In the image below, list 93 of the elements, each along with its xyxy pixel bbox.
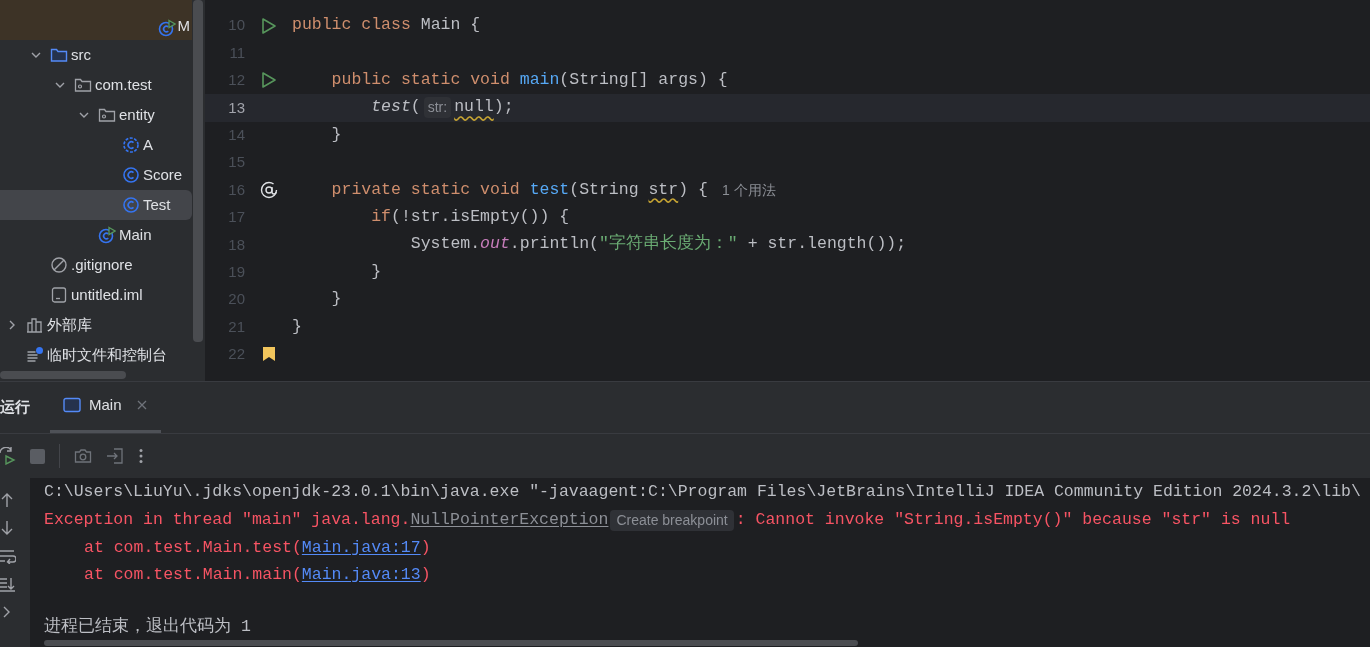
tree-item[interactable]: 外部库 [0,310,192,340]
package-icon [98,106,116,124]
console-icon [63,396,81,413]
console-text: ) [420,536,431,559]
code-token: test [371,96,411,119]
console-text: Exception in thread "main" java.lang. [44,509,411,531]
code-token: if [371,206,391,229]
class-icon [122,136,140,154]
tree-item[interactable]: entity [0,100,192,130]
panel-title: 运行 [0,396,31,417]
package-icon [74,76,92,94]
line-number: 13 [227,97,245,118]
library-icon [26,316,44,334]
scratch-icon [26,346,44,364]
tree-item-label: .gitignore [71,254,133,275]
rerun-icon[interactable] [0,447,16,465]
runnable-class-icon [98,226,116,244]
code-token: "字符串长度为：" [598,232,738,256]
tree-item[interactable]: .gitignore [0,250,192,280]
tree-item-label: com.test [95,74,152,95]
tree-item[interactable]: M [0,0,192,40]
class-icon [122,166,140,184]
inlay-hint: str: [423,97,452,119]
console-text: 进程已结束，退出代码为 1 [44,615,251,638]
ignored-file-icon [50,256,68,274]
bookmark-icon[interactable] [261,346,276,363]
code-token: private static void [331,178,521,201]
tree-item-label: src [71,44,91,65]
code-token: } [331,123,342,146]
code-token: (!str.isEmpty()) { [391,206,570,229]
code-token: test [529,178,570,201]
camera-icon[interactable] [74,448,92,464]
code-token: Main { [420,14,481,37]
implements-icon[interactable] [259,181,278,200]
usages-hint[interactable]: 1 个用法 [721,179,776,201]
tree-item-label: Main [119,224,152,245]
vertical-scrollbar[interactable] [193,0,203,342]
tree-item[interactable]: A [0,130,192,160]
tree-item[interactable]: src [0,40,192,70]
code-token: + str.length()); [746,233,907,256]
tree-item-label: Test [143,194,171,215]
console-link[interactable]: Main.java:17 [301,535,421,561]
console-text: at com.test.Main.main( [84,564,302,587]
class-icon [122,196,140,214]
tree-item-label: 外部库 [47,314,92,335]
horizontal-scrollbar[interactable] [0,371,126,379]
code-token: out [480,233,510,256]
tree-item[interactable]: 临时文件和控制台 [0,340,192,370]
tree-item[interactable]: untitled.iml [0,280,192,310]
tree-item[interactable]: Main [0,220,192,250]
console-text: at com.test.Main.test( [84,536,302,559]
code-token: } [292,315,302,338]
soft-wrap-icon[interactable] [0,548,16,564]
code-token: null [454,96,494,119]
code-token: } [371,260,382,283]
run-icon[interactable] [260,16,277,35]
code-token: (String [569,178,640,201]
code-token: public class [292,14,412,37]
console-link[interactable]: NullPointerException [410,508,609,533]
code-token: (String[] args) { [559,69,728,92]
code-token: ); [493,96,514,119]
tree-item[interactable]: Test [0,190,192,220]
console-link[interactable]: Main.java:13 [301,563,421,588]
tab-label: Main [89,394,122,415]
close-icon[interactable] [135,398,148,411]
code-token: .println( [509,233,599,256]
tree-item-label: Score [143,164,183,185]
run-icon[interactable] [260,71,277,90]
code-token: main [519,69,560,92]
console-text: C:\Users\LiuYu\.jdks\openjdk-23.0.1\bin\java.exe "-javaagent:C:\Program Files\JetBrains\IntelliJ IDEA Community Edition 2024.3.2\lib\ [44,481,1361,504]
tree-item-label: untitled.iml [71,284,143,305]
tree-item-label: 临时文件和控制台 [47,344,167,365]
console-text: : Cannot invoke "String.isEmpty()" because "str" is null [735,509,1291,531]
tree-item-label: M [177,15,190,36]
horizontal-scrollbar[interactable] [44,640,858,646]
more-icon[interactable] [138,448,144,464]
runnable-class-icon [157,19,176,37]
file-icon [50,286,68,304]
create-breakpoint-hint[interactable]: Create breakpoint [610,509,734,531]
code-token: ( [410,96,421,119]
code-token: } [331,288,342,311]
scroll-to-end-icon[interactable] [0,576,16,592]
tree-item[interactable]: com.test [0,70,192,100]
code-token: public static void [331,69,511,92]
tree-item[interactable]: Score [0,160,192,190]
tree-item-label: entity [119,104,155,125]
code-token: System. [410,233,481,256]
console-text: ) [420,564,431,587]
folder-icon [50,46,68,64]
exit-icon[interactable] [106,447,124,465]
tree-item-label: A [143,134,153,155]
code-token: str [648,178,679,201]
code-token: ) { [678,178,708,201]
